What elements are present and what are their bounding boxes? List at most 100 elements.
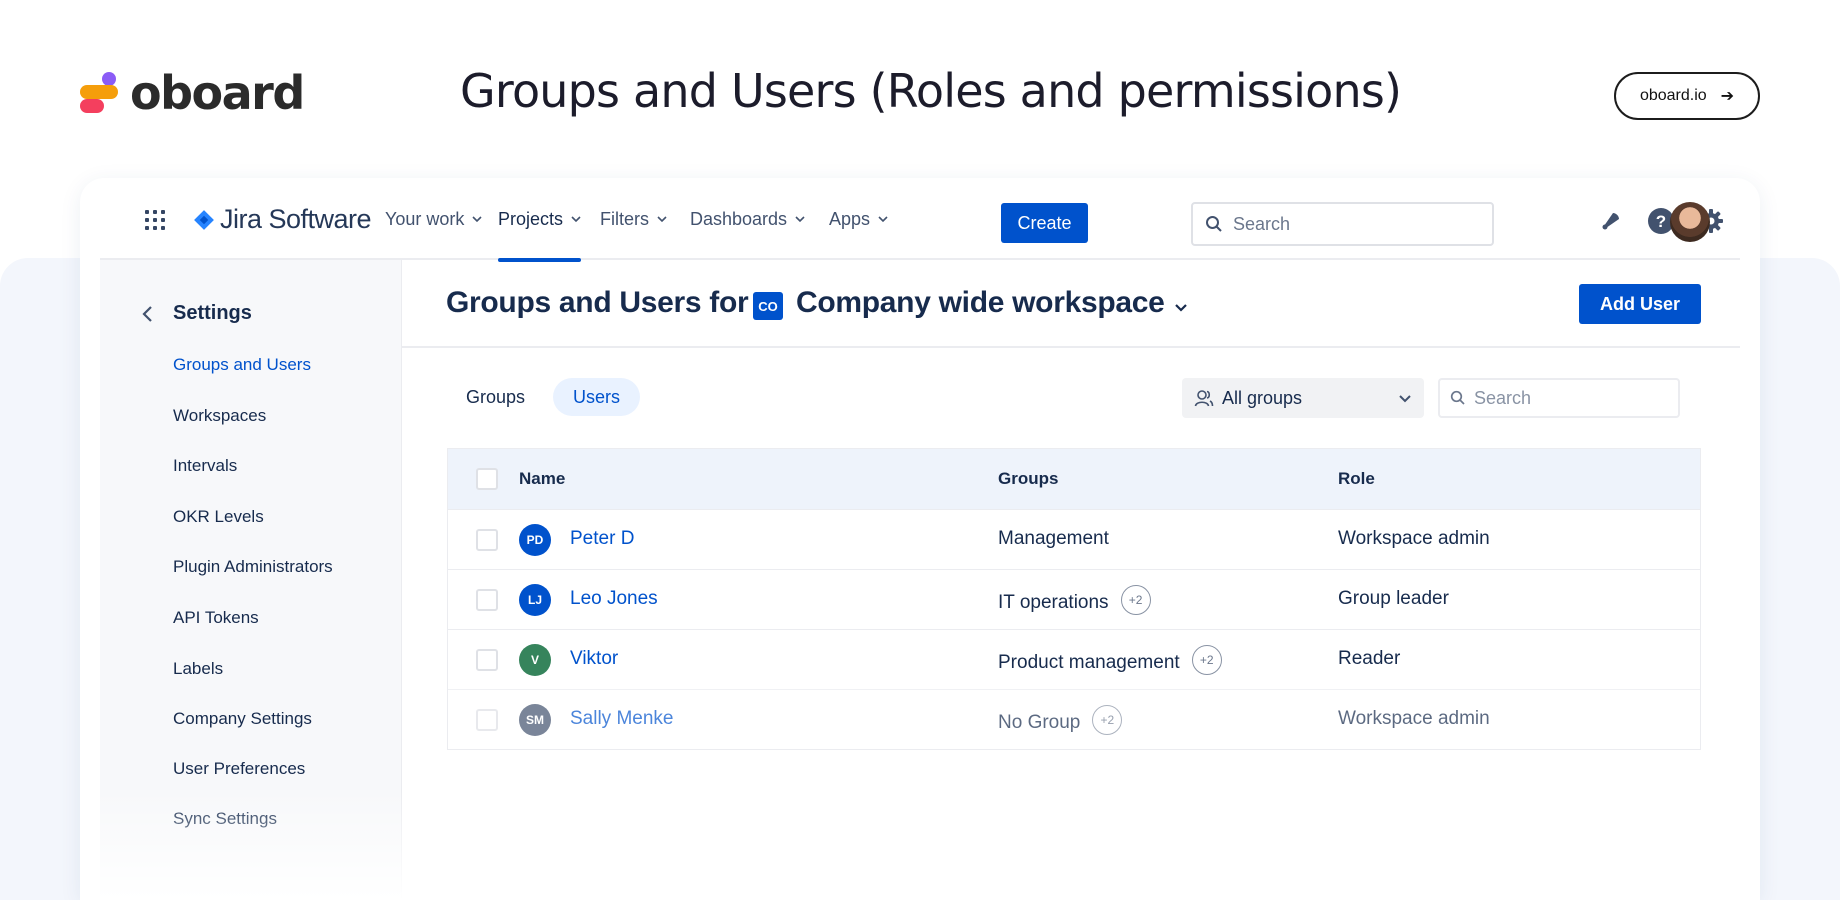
sidebar-item-api-tokens[interactable]: API Tokens	[173, 608, 259, 628]
chevron-down-icon	[657, 216, 667, 223]
nav-apps[interactable]: Apps	[829, 178, 888, 260]
user-group: IT operations	[998, 592, 1109, 614]
sidebar-title: Settings	[173, 302, 252, 324]
column-header-name[interactable]: Name	[519, 469, 565, 489]
jira-logo-icon	[194, 210, 214, 230]
nav-filters[interactable]: Filters	[600, 178, 667, 260]
user-group: Management	[998, 528, 1109, 549]
user-name-link[interactable]: Sally Menke	[570, 708, 674, 730]
user-role[interactable]: Workspace admin	[1338, 708, 1490, 730]
avatar: LJ	[519, 584, 551, 616]
chevron-down-icon	[571, 216, 581, 223]
chevron-down-icon[interactable]	[1172, 298, 1190, 316]
top-navigation: Jira Software Your work Projects Filters…	[100, 178, 1740, 262]
row-checkbox[interactable]	[476, 649, 498, 671]
users-icon	[1194, 390, 1214, 407]
notifications-icon	[1602, 213, 1619, 230]
chevron-down-icon	[472, 216, 482, 223]
profile-avatar[interactable]	[1670, 202, 1710, 242]
user-group: Product management	[998, 652, 1180, 674]
view-tabs: Groups Users	[446, 378, 641, 416]
avatar: PD	[519, 524, 551, 556]
chevron-down-icon	[1399, 395, 1411, 403]
site-link-label: oboard.io	[1639, 87, 1707, 104]
groups-filter-select[interactable]: All groups	[1182, 378, 1424, 418]
more-groups-badge[interactable]: +2	[1191, 645, 1222, 675]
global-search-input[interactable]	[1233, 213, 1453, 235]
avatar: SM	[519, 704, 551, 736]
chevron-left-icon[interactable]	[138, 304, 158, 324]
global-search[interactable]	[1191, 202, 1494, 246]
row-checkbox[interactable]	[476, 529, 498, 551]
more-groups-badge[interactable]: +2	[1120, 585, 1151, 615]
user-groups-cell: No Group +2	[998, 705, 1123, 738]
table-header: Name Groups Role	[448, 449, 1700, 509]
user-groups-cell: IT operations +2	[998, 585, 1151, 618]
nav-your-work[interactable]: Your work	[385, 178, 482, 260]
user-groups-cell: Management	[998, 528, 1109, 550]
product-name[interactable]: Jira Software	[220, 204, 372, 235]
column-header-role[interactable]: Role	[1338, 469, 1375, 489]
tab-groups[interactable]: Groups	[446, 378, 545, 416]
user-name-link[interactable]: Leo Jones	[570, 588, 658, 610]
sidebar-item-plugin-administrators[interactable]: Plugin Administrators	[173, 557, 333, 577]
search-icon	[1450, 390, 1465, 405]
user-role[interactable]: Workspace admin	[1338, 528, 1490, 550]
chevron-down-icon	[878, 216, 888, 223]
sidebar-fade-overlay	[100, 790, 402, 900]
create-button[interactable]: Create	[1001, 203, 1088, 243]
groups-filter-value: All groups	[1222, 387, 1303, 408]
main-content: Groups and Users for CO Company wide wor…	[402, 260, 1740, 900]
sidebar-item-intervals[interactable]: Intervals	[173, 456, 237, 476]
nav-label: Filters	[600, 208, 649, 229]
notifications-button[interactable]	[1596, 206, 1626, 236]
nav-label: Apps	[829, 208, 871, 229]
users-search-input[interactable]	[1474, 387, 1664, 409]
brand-name: oboard	[130, 66, 305, 120]
tab-users[interactable]: Users	[553, 378, 641, 416]
nav-label: Your work	[385, 208, 465, 229]
add-user-button[interactable]: Add User	[1579, 284, 1701, 324]
table-row[interactable]: LJ Leo Jones IT operations +2 Group leade…	[448, 569, 1700, 629]
users-search[interactable]	[1438, 378, 1680, 418]
jira-app-window: Jira Software Your work Projects Filters…	[80, 178, 1760, 900]
apps-grid-icon[interactable]	[145, 210, 165, 230]
sidebar-item-user-preferences[interactable]: User Preferences	[173, 759, 305, 779]
sidebar-item-groups-and-users[interactable]: Groups and Users	[173, 355, 311, 375]
sidebar-item-sync-settings[interactable]: Sync Settings	[173, 809, 277, 829]
nav-projects[interactable]: Projects	[498, 178, 582, 262]
workspace-selector[interactable]: Company wide workspace	[796, 286, 1165, 320]
oboard-logo-icon	[80, 72, 120, 114]
user-name-link[interactable]: Viktor	[570, 648, 618, 670]
page-title: Groups and Users (Roles and permissions)	[460, 64, 1402, 118]
row-checkbox[interactable]	[476, 589, 498, 611]
settings-sidebar: Settings Groups and Users Workspaces Int…	[100, 260, 402, 900]
search-icon	[1206, 216, 1222, 232]
nav-label: Dashboards	[690, 208, 788, 229]
sidebar-item-okr-levels[interactable]: OKR Levels	[173, 507, 264, 527]
row-checkbox[interactable]	[476, 709, 498, 731]
oboard-logo: oboard	[80, 66, 305, 120]
select-all-checkbox[interactable]	[476, 468, 498, 490]
workspace-badge: CO	[753, 292, 783, 320]
column-header-groups[interactable]: Groups	[998, 469, 1058, 489]
chevron-down-icon	[795, 216, 805, 223]
main-title: Groups and Users for	[446, 286, 749, 319]
table-row[interactable]: SM Sally Menke No Group +2 Workspace admi…	[448, 689, 1700, 749]
more-groups-badge[interactable]: +2	[1092, 705, 1123, 735]
user-name-link[interactable]: Peter D	[570, 528, 634, 550]
users-table: Name Groups Role PD Peter D Management W…	[447, 448, 1701, 750]
sidebar-item-workspaces[interactable]: Workspaces	[173, 406, 266, 426]
arrow-right-icon: ➔	[1720, 88, 1735, 105]
user-role[interactable]: Reader	[1338, 648, 1400, 670]
sidebar-item-labels[interactable]: Labels	[173, 659, 223, 679]
sidebar-item-company-settings[interactable]: Company Settings	[173, 709, 312, 729]
nav-dashboards[interactable]: Dashboards	[690, 178, 805, 260]
user-group: No Group	[998, 712, 1081, 734]
user-groups-cell: Product management +2	[998, 645, 1222, 678]
table-row[interactable]: V Viktor Product management +2 Reader	[448, 629, 1700, 689]
oboard-site-link[interactable]: oboard.io ➔	[1614, 72, 1760, 120]
table-row[interactable]: PD Peter D Management Workspace admin	[448, 509, 1700, 569]
user-role[interactable]: Group leader	[1338, 588, 1449, 610]
main-header: Groups and Users for CO Company wide wor…	[402, 260, 1740, 348]
